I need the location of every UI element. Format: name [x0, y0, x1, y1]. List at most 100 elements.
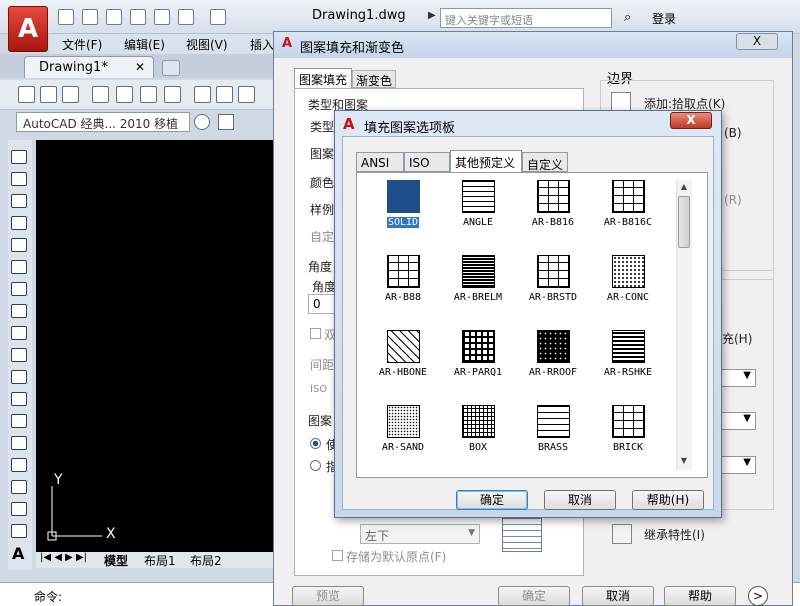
- pattern-item[interactable]: AR-HBONE: [366, 330, 440, 378]
- multiline-text-icon[interactable]: A: [12, 544, 24, 563]
- new-tab-button[interactable]: [162, 60, 180, 76]
- gear-icon[interactable]: [194, 114, 210, 130]
- cut-icon[interactable]: [194, 86, 211, 103]
- make-block-icon[interactable]: [11, 414, 27, 428]
- print-icon[interactable]: [154, 9, 170, 25]
- tab-hatch[interactable]: 图案填充: [294, 68, 352, 88]
- rectangle-icon[interactable]: [11, 238, 27, 252]
- region-icon[interactable]: [11, 502, 27, 516]
- autocad-logo-icon[interactable]: A: [8, 6, 48, 52]
- pattern-item[interactable]: AR-RROOF: [516, 330, 590, 378]
- add-select-object-shortcut[interactable]: (B): [724, 126, 742, 140]
- tab-gradient[interactable]: 渐变色: [352, 70, 396, 88]
- scroll-thumb[interactable]: [678, 196, 690, 248]
- close-tab-icon[interactable]: ✕: [135, 60, 145, 74]
- undo-icon[interactable]: [178, 9, 194, 25]
- tab-iso[interactable]: ISO: [404, 152, 450, 172]
- pattern-item[interactable]: AR-RSHKE: [591, 330, 665, 378]
- open-icon[interactable]: [40, 86, 57, 103]
- 3d-dwf-icon[interactable]: [164, 86, 181, 103]
- insert-block-icon[interactable]: [11, 392, 27, 406]
- back-ok-button[interactable]: 确定: [498, 586, 570, 606]
- save-toolbar-icon[interactable]: [62, 86, 79, 103]
- arc-icon[interactable]: [11, 260, 27, 274]
- circle-icon[interactable]: [11, 282, 27, 296]
- pattern-item[interactable]: AR-CONC: [591, 255, 665, 303]
- new-icon[interactable]: [18, 86, 35, 103]
- plot-preview-icon[interactable]: [116, 86, 133, 103]
- line-icon[interactable]: [11, 150, 27, 164]
- binoculars-icon[interactable]: ⌕: [624, 10, 640, 26]
- palette-close-button[interactable]: X: [670, 112, 712, 129]
- pattern-item[interactable]: SOLID: [366, 180, 440, 228]
- remove-boundary-shortcut[interactable]: (R): [724, 193, 742, 207]
- pattern-item[interactable]: AR-SAND: [366, 405, 440, 453]
- construction-line-icon[interactable]: [11, 172, 27, 186]
- new-file-icon[interactable]: [58, 9, 74, 25]
- pattern-item[interactable]: BRICK: [591, 405, 665, 453]
- tab-layout2[interactable]: 布局2: [190, 552, 222, 569]
- pattern-item[interactable]: BRASS: [516, 405, 590, 453]
- pattern-item[interactable]: AR-BRSTD: [516, 255, 590, 303]
- pattern-item[interactable]: AR-B816C: [591, 180, 665, 228]
- more-options-icon[interactable]: >: [748, 586, 768, 606]
- tab-model[interactable]: 模型: [104, 552, 128, 569]
- document-tab[interactable]: Drawing1* ✕: [24, 56, 154, 78]
- pattern-item[interactable]: AR-B88: [366, 255, 440, 303]
- preview-button[interactable]: 预览: [292, 586, 364, 606]
- open-file-icon[interactable]: [82, 9, 98, 25]
- menu-view[interactable]: 视图(V): [186, 36, 228, 53]
- layout-nav-arrows-icon[interactable]: |◀ ◀ ▶ ▶|: [40, 552, 87, 563]
- login-link[interactable]: 登录: [652, 10, 676, 27]
- hatch-icon[interactable]: [11, 458, 27, 472]
- palette-help-button[interactable]: 帮助(H): [632, 490, 704, 510]
- double-checkbox[interactable]: [310, 328, 321, 339]
- save-as-icon[interactable]: [130, 9, 146, 25]
- tab-custom[interactable]: 自定义: [522, 152, 568, 172]
- tab-ansi[interactable]: ANSI: [356, 152, 404, 172]
- table-icon[interactable]: [11, 524, 27, 538]
- use-current-origin-radio[interactable]: [310, 438, 321, 449]
- pattern-item[interactable]: AR-PARQ1: [441, 330, 515, 378]
- gradient-icon[interactable]: [11, 480, 27, 494]
- separate-hatch-label[interactable]: 充(H): [722, 330, 752, 347]
- redo-icon[interactable]: [210, 9, 226, 25]
- menu-file[interactable]: 文件(F): [62, 36, 102, 53]
- menu-insert[interactable]: 插入: [250, 36, 274, 53]
- drawing-canvas[interactable]: Y X: [36, 140, 276, 552]
- pattern-item[interactable]: BOX: [441, 405, 515, 453]
- back-cancel-button[interactable]: 取消: [582, 586, 654, 606]
- pattern-item[interactable]: AR-BRELM: [441, 255, 515, 303]
- polygon-icon[interactable]: [11, 216, 27, 230]
- search-arrow-icon[interactable]: ▶: [428, 10, 440, 26]
- paste-icon[interactable]: [238, 86, 255, 103]
- tab-other-predefined[interactable]: 其他预定义: [450, 150, 522, 172]
- hatch-dialog-close-button[interactable]: X: [736, 33, 778, 50]
- inherit-properties-icon[interactable]: [612, 524, 632, 544]
- palette-ok-button[interactable]: 确定: [456, 490, 528, 510]
- workspace-icon[interactable]: [218, 114, 234, 130]
- menu-edit[interactable]: 编辑(E): [124, 36, 165, 53]
- revision-cloud-icon[interactable]: [11, 304, 27, 318]
- scroll-up-icon[interactable]: ▲: [678, 182, 690, 192]
- specified-origin-radio[interactable]: [310, 460, 321, 471]
- back-help-button[interactable]: 帮助: [664, 586, 736, 606]
- add-pick-point-icon[interactable]: [611, 92, 631, 112]
- polyline-icon[interactable]: [11, 194, 27, 208]
- publish-icon[interactable]: [140, 86, 157, 103]
- plot-icon[interactable]: [92, 86, 109, 103]
- search-input[interactable]: 键入关键字或短语: [440, 8, 612, 28]
- ellipse-icon[interactable]: [11, 348, 27, 362]
- point-icon[interactable]: [11, 436, 27, 450]
- copy-icon[interactable]: [216, 86, 233, 103]
- scroll-down-icon[interactable]: ▼: [678, 456, 690, 466]
- spline-icon[interactable]: [11, 326, 27, 340]
- pattern-item[interactable]: ANGLE: [441, 180, 515, 228]
- inherit-properties-label[interactable]: 继承特性(I): [644, 526, 705, 543]
- tab-layout1[interactable]: 布局1: [144, 552, 176, 569]
- origin-position-select[interactable]: 左下 ▼: [360, 524, 480, 544]
- workspace-select[interactable]: AutoCAD 经典... 2010 移植: [16, 112, 190, 132]
- ellipse-arc-icon[interactable]: [11, 370, 27, 384]
- store-default-checkbox[interactable]: [332, 550, 343, 561]
- save-icon[interactable]: [106, 9, 122, 25]
